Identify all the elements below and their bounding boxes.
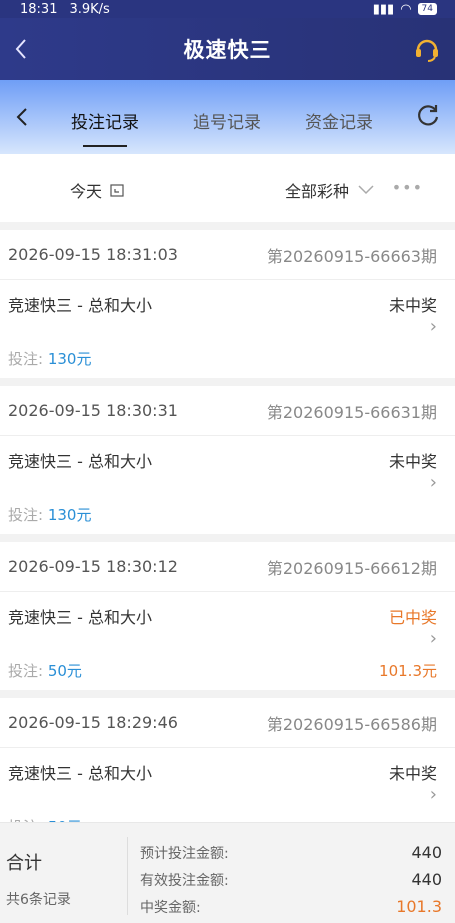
record-body: 竞速快三 - 总和大小 已中奖 › 投注: 50元 101.3元: [0, 592, 455, 690]
record-bet: 投注: 130元: [8, 506, 92, 524]
tab-fund-records[interactable]: 资金记录: [305, 102, 373, 139]
record-bet: 投注: 50元: [8, 662, 82, 680]
record-game: 竞速快三 - 总和大小: [8, 296, 152, 315]
record-header: 2026-09-15 18:30:12 第20260915-66612期: [0, 542, 455, 592]
chevron-right-icon: ›: [429, 784, 437, 805]
chevron-right-icon: ›: [429, 628, 437, 649]
record-body: 竞速快三 - 总和大小 未中奖 › 投注: 130元: [0, 280, 455, 378]
record-status: 未中奖: [388, 452, 437, 471]
battery-icon: 74: [417, 3, 437, 15]
record-period: 第20260915-66631期: [266, 402, 437, 422]
more-icon[interactable]: •••: [392, 178, 423, 197]
bet-record-list: 2026-09-15 18:31:03 第20260915-66663期 竞速快…: [0, 230, 455, 854]
winning-amount-value: 101.3: [396, 897, 442, 916]
tab-bet-records[interactable]: 投注记录: [71, 102, 139, 147]
tab-chase-records[interactable]: 追号记录: [193, 102, 261, 139]
summary-footer: 合计 共6条记录 预计投注金额: 440 有效投注金额: 440 中奖金额: 1…: [0, 822, 455, 923]
signal-icon: ▮▮▮: [372, 1, 395, 17]
chevron-left-icon: [15, 39, 26, 59]
bet-amount: 130元: [47, 506, 92, 524]
record-datetime: 2026-09-15 18:30:31: [8, 401, 178, 420]
record-payout: 101.3元: [379, 662, 437, 680]
record-game: 竞速快三 - 总和大小: [8, 764, 152, 783]
record-header: 2026-09-15 18:31:03 第20260915-66663期: [0, 230, 455, 280]
record-header: 2026-09-15 18:29:46 第20260915-66586期: [0, 698, 455, 748]
record-status: 已中奖: [388, 608, 437, 627]
headset-icon: [416, 39, 438, 62]
list-item[interactable]: 2026-09-15 18:30:31 第20260915-66631期 竞速快…: [0, 386, 455, 534]
record-period: 第20260915-66663期: [266, 246, 437, 266]
customer-service-button[interactable]: [413, 35, 441, 63]
date-filter-label: 今天: [70, 182, 103, 201]
chevron-right-icon: ›: [429, 316, 437, 337]
lottery-type-filter[interactable]: 全部彩种: [285, 178, 375, 202]
summary-label: 中奖金额:: [140, 899, 201, 916]
record-count: 共6条记录: [6, 892, 71, 908]
summary-divider: [127, 837, 128, 915]
tabs-back-button[interactable]: [0, 80, 44, 154]
list-item[interactable]: 2026-09-15 18:30:12 第20260915-66612期 竞速快…: [0, 542, 455, 690]
record-game: 竞速快三 - 总和大小: [8, 452, 152, 471]
filter-bar: 今天 全部彩种 •••: [0, 154, 455, 222]
record-bet: 投注: 130元: [8, 350, 92, 368]
summary-label: 有效投注金额:: [140, 872, 229, 889]
winning-amount-row: 中奖金额: 101.3: [140, 893, 442, 920]
chevron-down-icon: [358, 185, 374, 195]
expected-bet-row: 预计投注金额: 440: [140, 839, 442, 866]
record-datetime: 2026-09-15 18:30:12: [8, 557, 178, 576]
record-datetime: 2026-09-15 18:31:03: [8, 245, 178, 264]
record-period: 第20260915-66586期: [266, 714, 437, 734]
network-speed: 3.9K/s: [69, 1, 110, 17]
wifi-icon: ◠: [400, 1, 412, 17]
page-title: 极速快三: [183, 38, 272, 62]
status-bar: 18:31 3.9K/s ▮▮▮ ◠ 74: [0, 0, 455, 18]
record-status: 未中奖: [388, 296, 437, 315]
calendar-icon: [110, 184, 124, 197]
status-time: 18:31: [20, 1, 58, 17]
bet-amount: 50元: [47, 662, 82, 680]
refresh-icon: [418, 105, 439, 126]
chevron-right-icon: ›: [429, 472, 437, 493]
summary-title: 合计: [6, 853, 42, 874]
record-header: 2026-09-15 18:30:31 第20260915-66631期: [0, 386, 455, 436]
summary-rows: 预计投注金额: 440 有效投注金额: 440 中奖金额: 101.3: [140, 839, 442, 920]
record-status: 未中奖: [388, 764, 437, 783]
record-datetime: 2026-09-15 18:29:46: [8, 713, 178, 732]
summary-totals: 合计 共6条记录: [6, 849, 71, 909]
valid-bet-value: 440: [411, 870, 442, 889]
summary-label: 预计投注金额:: [140, 845, 229, 862]
chevron-left-icon: [16, 108, 27, 126]
date-filter[interactable]: 今天: [70, 178, 124, 202]
bet-amount: 130元: [47, 350, 92, 368]
refresh-button[interactable]: [415, 102, 443, 130]
lottery-type-label: 全部彩种: [285, 182, 350, 201]
valid-bet-row: 有效投注金额: 440: [140, 866, 442, 893]
record-tabs-bar: 投注记录 追号记录 资金记录: [0, 80, 455, 154]
app-header: 极速快三: [0, 18, 455, 80]
record-period: 第20260915-66612期: [266, 558, 437, 578]
record-body: 竞速快三 - 总和大小 未中奖 › 投注: 130元: [0, 436, 455, 534]
expected-bet-value: 440: [411, 843, 442, 862]
record-game: 竞速快三 - 总和大小: [8, 608, 152, 627]
back-button[interactable]: [6, 32, 36, 66]
list-item[interactable]: 2026-09-15 18:31:03 第20260915-66663期 竞速快…: [0, 230, 455, 378]
